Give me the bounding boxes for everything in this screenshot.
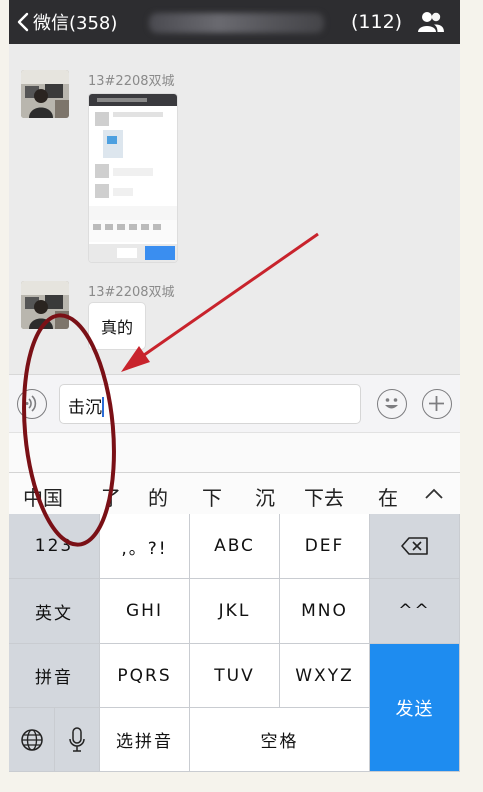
key-jkl[interactable]: JKL [190,579,280,644]
back-button[interactable]: 微信(358) [17,10,117,34]
plus-icon [429,396,444,411]
message-bubble[interactable]: 真的 [88,302,147,350]
backspace-icon [400,537,428,555]
candidate-word[interactable]: 下去 [304,482,344,511]
candidate-word[interactable]: 在 [378,482,398,511]
screenshot-thumbnail-icon [89,94,177,262]
globe-icon [20,728,43,751]
chevron-up-icon [425,488,443,499]
key-emoticon[interactable]: ^^ [370,579,460,644]
candidate-word[interactable]: 下 [202,482,222,511]
microphone-key[interactable] [55,708,100,772]
message-input[interactable]: 击沉 [59,384,361,424]
key-wxyz[interactable]: WXYZ [280,644,370,708]
voice-icon [25,395,37,412]
input-expansion-area [9,432,460,473]
candidate-word[interactable]: 中国 [23,482,63,511]
member-count: (112) [351,11,403,33]
chevron-left-icon [17,12,29,32]
input-text: 击沉 [68,398,102,418]
group-members-button[interactable] [417,11,445,37]
backspace-key[interactable] [370,514,460,579]
expand-candidates-button[interactable] [419,481,449,507]
back-label: 微信(358) [33,13,118,34]
avatar[interactable] [21,70,69,118]
key-mno[interactable]: MNO [280,579,370,644]
input-bar: 击沉 [9,374,460,433]
send-button[interactable]: 发送 [370,644,460,772]
text-caret [102,397,104,417]
candidate-bar: 中国 了 的 下 沉 下去 在 [9,472,460,516]
key-punctuation[interactable]: ,。?! [100,514,190,579]
key-pqrs[interactable]: PQRS [100,644,190,708]
emoji-icon [385,398,398,409]
key-select-pinyin[interactable]: 选拼音 [100,708,190,772]
group-members-icon [418,12,444,32]
key-abc[interactable]: ABC [190,514,280,579]
candidate-word[interactable]: 的 [148,482,168,511]
message-image[interactable] [88,93,178,263]
chat-area: 13#2208双城 13#2208双城 真的 [9,44,460,374]
avatar-photo-icon [21,281,69,329]
key-ghi[interactable]: GHI [100,579,190,644]
chat-header: 微信(358) (112) [9,0,460,44]
emoji-button[interactable] [377,389,407,419]
space-key[interactable]: 空格 [190,708,370,772]
candidate-word[interactable]: 了 [101,482,121,511]
sender-name: 13#2208双城 [88,74,175,89]
microphone-icon [69,726,85,752]
key-english[interactable]: 英文 [9,579,100,644]
key-def[interactable]: DEF [280,514,370,579]
blurred-group-title [149,13,324,33]
plus-button[interactable] [422,389,452,419]
voice-button[interactable] [17,389,47,419]
avatar[interactable] [21,281,69,329]
avatar-photo-icon [21,70,69,118]
phone-screen: 微信(358) (112) 13#2208双城 13#2208双城 真的 击沉 … [9,0,460,772]
globe-key[interactable] [9,708,55,772]
key-numbers[interactable]: 123 [9,514,100,579]
candidate-word[interactable]: 沉 [255,482,275,511]
key-pinyin[interactable]: 拼音 [9,644,100,708]
sender-name: 13#2208双城 [88,285,175,300]
key-tuv[interactable]: TUV [190,644,280,708]
pinyin-keyboard: 123 ,。?! ABC DEF 英文 GHI JKL MNO ^^ 拼音 PQ… [9,514,460,772]
